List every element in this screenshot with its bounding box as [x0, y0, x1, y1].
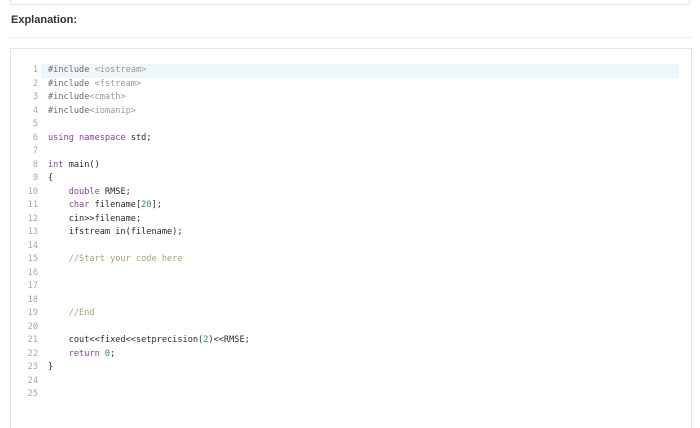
line-number: 12 [27, 213, 38, 224]
line-number: 15 [27, 254, 38, 264]
code-token: //End [48, 308, 95, 318]
code-line: 8 int main() [11, 159, 691, 173]
code-text: ifstream in(filename); [48, 226, 183, 240]
code-text: cout<<fixed<<setprecision(2)<<RMSE; [48, 334, 250, 348]
line-number: 21 [27, 335, 38, 345]
code-text: //End [48, 307, 95, 321]
code-line: 5 [11, 118, 691, 132]
line-number: 20 [27, 321, 38, 332]
code-text: } [48, 361, 53, 375]
line-number: 7 [32, 146, 38, 156]
code-text: return 0; [48, 348, 116, 362]
code-text: //Start your code here [48, 253, 183, 267]
code-token: using namespace [48, 132, 131, 143]
line-number: 1 [32, 65, 38, 75]
line-number: 25 [27, 389, 38, 399]
code-line: 19 //End [11, 307, 691, 321]
line-number: 17 [27, 281, 38, 291]
line-number: 24 [27, 375, 38, 386]
code-line: 1 #include <iostream> [11, 64, 691, 78]
line-number: 8 [32, 159, 38, 170]
previous-panel-edge [10, 0, 690, 5]
heading-divider [10, 37, 692, 38]
code-token: filename[ [94, 200, 142, 210]
explanation-heading: Explanation: [11, 14, 78, 26]
code-token: #include [48, 65, 95, 75]
line-number: 23 [27, 362, 38, 372]
code-line: 7 [11, 145, 691, 159]
code-token: char [48, 200, 95, 210]
code-lines: 1 #include <iostream> 2 #include <fstream> 3… [11, 64, 691, 402]
code-text: { [48, 172, 53, 186]
code-line: 17 [11, 280, 691, 294]
code-token: cout<<fixed<<setprecision( [48, 335, 204, 345]
code-line: 24 [11, 375, 691, 389]
code-text: #include <iostream> [48, 64, 146, 78]
line-number: 5 [32, 119, 38, 129]
code-token: <fstream> [94, 78, 142, 89]
code-line: 23} [11, 361, 691, 375]
code-line: 14 [11, 240, 691, 254]
code-line: 2 #include <fstream> [11, 78, 691, 92]
code-line: 25 [11, 388, 691, 402]
code-line: 22 return 0; [11, 348, 691, 362]
line-number: 6 [32, 132, 38, 143]
code-token: ifstream in(filename); [48, 227, 183, 237]
line-number: 19 [27, 308, 38, 318]
code-line: 10 double RMSE; [11, 186, 691, 200]
code-token: std; [130, 132, 152, 143]
code-text: #include<cmath> [48, 91, 126, 105]
code-token: ; [110, 348, 116, 359]
code-text: cin>>filename; [48, 213, 141, 227]
code-token: <iostream> [94, 65, 147, 75]
line-number: 16 [27, 267, 38, 278]
code-line: 11 char filename[20]; [11, 199, 691, 213]
code-token: } [48, 362, 54, 372]
line-number: 2 [32, 78, 38, 89]
code-line: 3 #include<cmath> [11, 91, 691, 105]
line-number: 9 [32, 173, 38, 183]
line-number: 22 [27, 348, 38, 359]
line-number: 3 [32, 92, 38, 102]
code-line: 15 //Start your code here [11, 253, 691, 267]
code-line: 6 using namespace std; [11, 132, 691, 146]
code-line: 4 #include<iomanip> [11, 105, 691, 119]
code-line: 20 [11, 321, 691, 335]
code-token: <iomanip> [89, 105, 136, 116]
code-token: cin>>filename; [48, 213, 142, 224]
code-token: RMSE; [104, 186, 131, 197]
code-block[interactable]: 1 #include <iostream> 2 #include <fstream> 3… [10, 48, 692, 428]
code-text: double RMSE; [48, 186, 131, 200]
code-text: #include <fstream> [48, 78, 141, 92]
code-token: #include [48, 78, 95, 89]
code-token: #include [48, 105, 90, 116]
code-text: using namespace std; [48, 132, 152, 146]
code-token: )<<RMSE; [208, 335, 250, 345]
code-token: { [48, 173, 54, 183]
line-number: 14 [27, 240, 38, 251]
code-line: 16 [11, 267, 691, 281]
code-token: <cmath> [89, 92, 126, 102]
code-line: 13 ifstream in(filename); [11, 226, 691, 240]
code-token: #include [48, 92, 90, 102]
line-number: 13 [27, 227, 38, 237]
code-token: //Start your code here [48, 254, 183, 264]
code-text: char filename[20]; [48, 199, 162, 213]
code-token: double [48, 186, 105, 197]
code-token: ]; [151, 200, 162, 210]
code-token: 20 [141, 200, 152, 210]
code-line: 9{ [11, 172, 691, 186]
code-token: int [48, 159, 69, 170]
line-number: 4 [32, 105, 38, 116]
code-token: main() [68, 159, 100, 170]
code-text: #include<iomanip> [48, 105, 136, 119]
code-line: 12 cin>>filename; [11, 213, 691, 227]
line-number: 18 [27, 294, 38, 305]
code-line: 21 cout<<fixed<<setprecision(2)<<RMSE; [11, 334, 691, 348]
line-number: 11 [27, 200, 38, 210]
line-number: 10 [27, 186, 38, 197]
code-line: 18 [11, 294, 691, 308]
code-text: int main() [48, 159, 100, 173]
code-token: return [48, 348, 105, 359]
